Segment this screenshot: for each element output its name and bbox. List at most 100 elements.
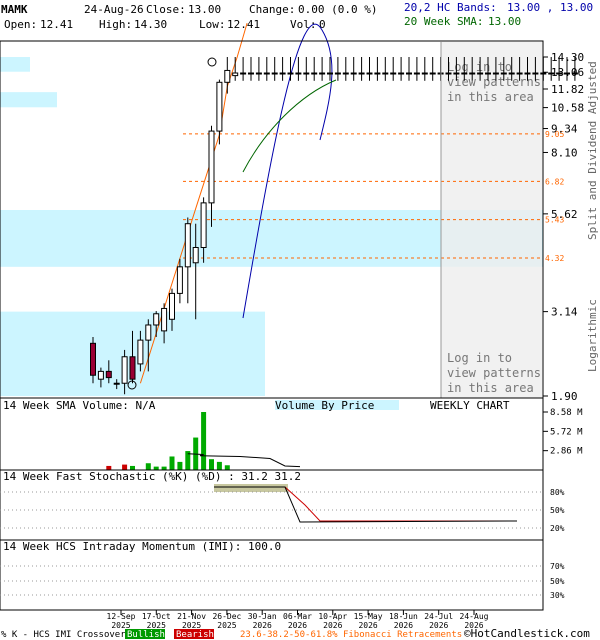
volume-axis-ticks: 8.58 M 5.72 M 2.86 M [543,408,583,457]
candle-body [366,72,373,75]
upper-band-line [242,23,333,319]
stochastic-title: 14 Week Fast Stochastic (%K) (%D) : 31.2… [3,470,301,483]
price-panel: Log in to view patterns in this area Log… [0,22,599,403]
fibonacci-legend: 23.6-38.2-50-61.8% Fibonacci Retracement… [240,630,462,640]
candle-body [532,72,539,75]
date-tick-label: 24-Jul [424,612,453,621]
price-tick-label: 5.62 [551,208,578,221]
weekly-chart-label: WEEKLY CHART [430,399,510,412]
candle-body [469,72,476,75]
candle-body [97,370,104,380]
bearish-label: Bearish [176,630,214,640]
candle-body [398,72,405,75]
candle-body [485,72,491,75]
date-tick-year: 2025 [217,621,236,630]
stock-chart: MAMK 24-Aug-26 Close: 13.00 Change: 0.00… [0,1,599,640]
candle-body [342,72,349,75]
price-axis-ticks: 14.3013.0611.8210.589.348.105.623.141.90 [543,51,584,403]
candle-body [105,370,112,379]
price-tick-label: 9.34 [551,123,578,136]
candle-body [248,72,254,75]
fibonacci-label: 4.32 [545,254,564,263]
sma-value: 13.00 [488,15,521,28]
volume-tick-label: 2.86 M [550,447,583,457]
bands-label: 20,2 HC Bands: [404,1,497,14]
login-text-top-line2[interactable]: view patterns [447,75,541,89]
stochastic-tick-label: 20% [550,524,565,533]
candle-body [303,72,310,75]
candle-body [390,72,397,75]
high-marker-circle [207,57,217,67]
candle-body [445,72,452,75]
login-text-bottom-line1[interactable]: Log in to [447,351,512,365]
imi-tick-label: 30% [550,591,565,600]
volume-title: 14 Week SMA Volume: N/A [3,399,156,412]
candle-body [461,72,468,75]
candle-body [208,130,215,204]
low-value: 12.41 [227,18,260,31]
vbp-bar [0,57,30,72]
symbol: MAMK [1,3,28,16]
price-tick-label: 10.58 [551,102,584,115]
volume-bar [145,463,151,470]
login-text-top-line3[interactable]: in this area [447,90,534,104]
price-tick-label: 11.82 [551,83,584,96]
candle-body [516,72,523,75]
date-tick-label: 06-Mar [283,612,312,621]
date-tick-year: 2026 [429,621,448,630]
date-tick-label: 21-Nov [177,612,206,621]
candle-body [113,382,120,385]
candle-body [571,72,578,75]
stochastic-tick-label: 50% [550,506,565,515]
vbp-bar [0,92,57,108]
candle-body [334,72,341,75]
date-tick-year: 2026 [253,621,272,630]
vbp-title: Volume By Price [275,399,374,412]
candle-body [90,342,96,376]
date-tick-label: 15-May [354,612,383,621]
login-text-bottom-line2[interactable]: view patterns [447,366,541,380]
candle-body [200,202,207,248]
stochastic-shaded-area [214,484,288,492]
candle-body [224,69,231,83]
change-value: 0.00 (0.0 %) [298,3,377,16]
date-tick-year: 2026 [394,621,413,630]
login-text-bottom-line3[interactable]: in this area [447,381,534,395]
candle-body [374,72,381,75]
high-label: High: [99,18,132,31]
candle-body [295,72,302,75]
vol-value: 0 [319,18,326,31]
candle-body [421,72,428,75]
candle-body [477,72,484,75]
close-value: 13.00 [188,3,221,16]
candle-body [327,72,333,75]
candle-body [358,72,365,75]
candle-body [255,72,262,75]
price-tick-label: 8.10 [551,146,578,159]
candle-body [319,72,326,75]
date-tick-label: 30-Jan [248,612,277,621]
header: MAMK 24-Aug-26 Close: 13.00 Change: 0.00… [1,1,593,31]
price-tick-label: 14.30 [551,51,584,64]
candle-body [413,72,420,75]
candle-body [492,72,499,75]
volume-bar [201,412,207,470]
stochastic-axis-ticks: 80% 50% 20% [0,488,565,533]
candle-body [524,72,531,75]
change-label: Change: [249,3,295,16]
date-tick-label: 12-Sep [107,612,136,621]
imi-axis-ticks: 70% 50% 30% [0,562,565,600]
candle-body [121,356,128,384]
candle-body [500,72,507,75]
fibonacci-label: 6.82 [545,177,564,186]
candle-body [153,313,160,326]
candle-body [453,72,460,75]
volume-bars [106,412,230,470]
bullish-label: Bullish [127,630,165,640]
logarithmic-label: Logarithmic [586,299,599,372]
candle-body [429,72,436,75]
candle-body [287,72,294,75]
copyright[interactable]: ©HotCandlestick.com [464,627,590,640]
candle-body [271,72,278,75]
candle-body [129,356,136,380]
